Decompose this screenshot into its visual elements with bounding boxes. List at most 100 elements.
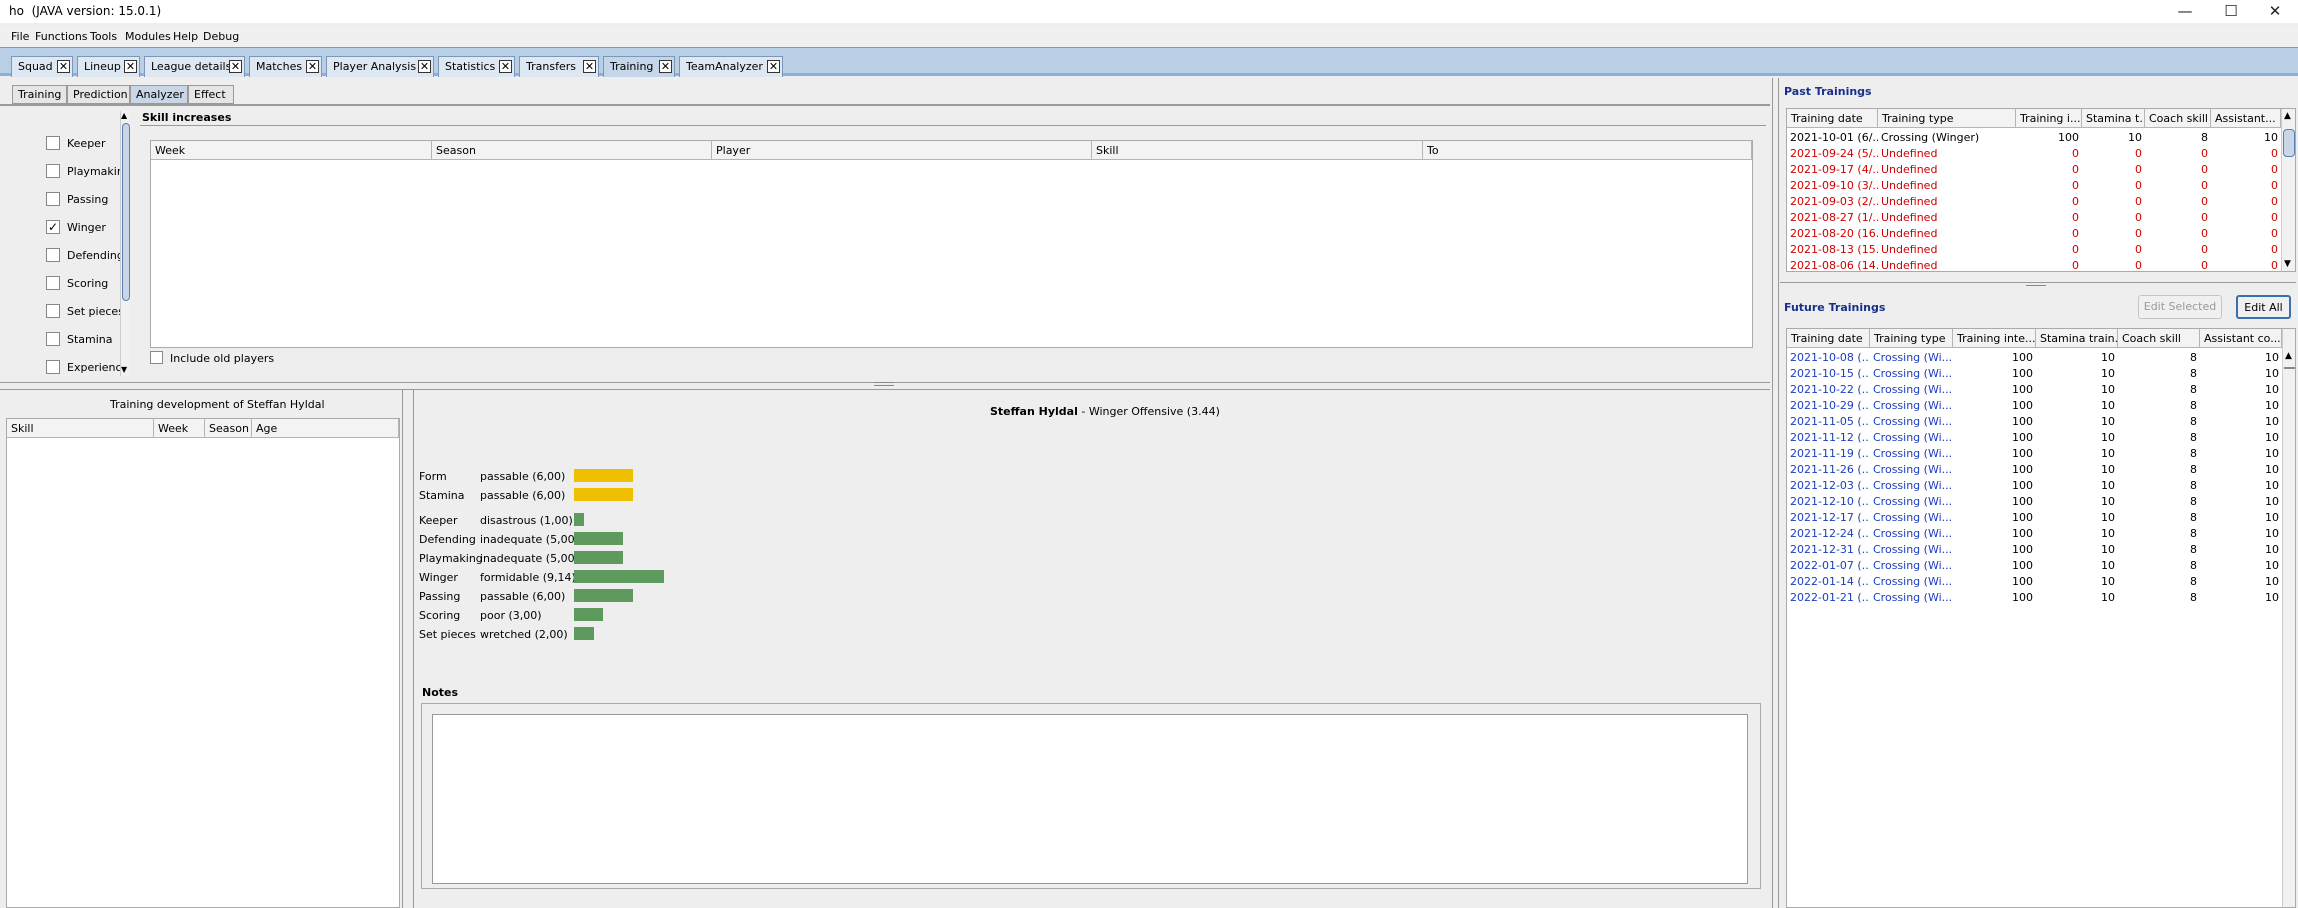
scroll-thumb[interactable]: [2283, 129, 2295, 157]
maximize-button[interactable]: ☐: [2208, 0, 2254, 23]
right-splitter[interactable]: [1772, 78, 1773, 908]
table-row[interactable]: 2021-09-17 (4/... Undefined 0 0 0 0: [1787, 161, 2281, 177]
table-row[interactable]: 2021-10-29 (... Crossing (Wi... 100 10 8 10: [1787, 397, 2282, 413]
scroll-thumb[interactable]: [122, 123, 130, 301]
tab-league-details[interactable]: League details ✕: [144, 56, 245, 77]
filter-scrollbar[interactable]: ▲ ▼: [120, 111, 130, 376]
col-skill[interactable]: Skill: [1092, 141, 1423, 160]
scroll-up-icon[interactable]: ▲: [121, 111, 127, 120]
checkbox[interactable]: [46, 136, 60, 150]
scroll-up-icon[interactable]: ▲: [2284, 111, 2291, 121]
table-row[interactable]: 2021-11-26 (... Crossing (Wi... 100 10 8 10: [1787, 461, 2282, 477]
col-training-type[interactable]: Training type: [1878, 109, 2016, 128]
col-player[interactable]: Player: [712, 141, 1092, 160]
menu-file[interactable]: File: [11, 30, 29, 43]
close-tab-icon[interactable]: ✕: [57, 60, 70, 73]
checkbox[interactable]: [150, 351, 163, 364]
col-training-date[interactable]: Training date: [1787, 109, 1878, 128]
tab-statistics[interactable]: Statistics ✕: [438, 56, 515, 77]
table-row[interactable]: 2021-10-01 (6/... Crossing (Winger) 100 10 8…: [1787, 129, 2281, 145]
table-row[interactable]: 2021-09-24 (5/... Undefined 0 0 0 0: [1787, 145, 2281, 161]
table-row[interactable]: 2021-10-08 (... Crossing (Wi... 100 10 8 10: [1787, 349, 2282, 365]
table-row[interactable]: 2022-01-07 (... Crossing (Wi... 100 10 8 10: [1787, 557, 2282, 573]
subtab-analyzer[interactable]: Analyzer: [130, 85, 188, 104]
col-training-intensity[interactable]: Training inte...: [1953, 329, 2036, 348]
checkbox[interactable]: [46, 164, 60, 178]
vertical-splitter[interactable]: [402, 390, 403, 908]
subtab-training[interactable]: Training: [12, 85, 67, 104]
checkbox[interactable]: [46, 192, 60, 206]
table-row[interactable]: 2021-12-10 (... Crossing (Wi... 100 10 8 10: [1787, 493, 2282, 509]
close-window-button[interactable]: ✕: [2252, 0, 2298, 23]
tab-lineup[interactable]: Lineup ✕: [77, 56, 140, 77]
scroll-up-icon[interactable]: ▲: [2285, 351, 2292, 361]
col-stamina[interactable]: Stamina train...: [2036, 329, 2118, 348]
future-scrollbar[interactable]: ▲: [2282, 329, 2295, 907]
notes-textarea[interactable]: [432, 714, 1748, 884]
close-tab-icon[interactable]: ✕: [124, 60, 137, 73]
table-row[interactable]: 2021-11-12 (... Crossing (Wi... 100 10 8 10: [1787, 429, 2282, 445]
checkbox[interactable]: [46, 276, 60, 290]
table-row[interactable]: 2021-12-17 (... Crossing (Wi... 100 10 8 10: [1787, 509, 2282, 525]
table-row[interactable]: 2021-08-06 (14... Undefined 0 0 0 0: [1787, 257, 2281, 273]
close-tab-icon[interactable]: ✕: [418, 60, 431, 73]
col-coach-skill[interactable]: Coach skill: [2145, 109, 2211, 128]
past-trainings-table[interactable]: Training date Training type Training i..…: [1786, 108, 2296, 272]
scroll-down-icon[interactable]: ▼: [2284, 259, 2291, 269]
menu-functions[interactable]: Functions: [35, 30, 88, 43]
checkbox[interactable]: [46, 248, 60, 262]
table-row[interactable]: 2021-12-24 (... Crossing (Wi... 100 10 8 10: [1787, 525, 2282, 541]
future-trainings-table[interactable]: Training date Training type Training int…: [1786, 328, 2296, 908]
table-row[interactable]: 2021-08-13 (15... Undefined 0 0 0 0: [1787, 241, 2281, 257]
tab-teamanalyzer[interactable]: TeamAnalyzer ✕: [679, 56, 783, 77]
checkbox[interactable]: [46, 304, 60, 318]
table-row[interactable]: 2021-11-05 (... Crossing (Wi... 100 10 8 10: [1787, 413, 2282, 429]
close-tab-icon[interactable]: ✕: [229, 60, 242, 73]
tab-transfers[interactable]: Transfers ✕: [519, 56, 599, 77]
table-row[interactable]: 2021-12-03 (... Crossing (Wi... 100 10 8 10: [1787, 477, 2282, 493]
subtab-prediction[interactable]: Prediction: [67, 85, 130, 104]
minimize-button[interactable]: —: [2162, 0, 2208, 23]
col-assistant[interactable]: Assistant co...: [2200, 329, 2282, 348]
subtab-effect[interactable]: Effect: [188, 85, 234, 104]
close-tab-icon[interactable]: ✕: [767, 60, 780, 73]
tab-player-analysis[interactable]: Player Analysis ✕: [326, 56, 434, 77]
tab-squad[interactable]: Squad ✕: [11, 56, 73, 77]
col-assistant[interactable]: Assistant...: [2211, 109, 2281, 128]
table-row[interactable]: 2021-11-19 (... Crossing (Wi... 100 10 8 10: [1787, 445, 2282, 461]
table-row[interactable]: 2021-08-27 (1/... Undefined 0 0 0 0: [1787, 209, 2281, 225]
close-tab-icon[interactable]: ✕: [659, 60, 672, 73]
splitter-grip[interactable]: [874, 382, 894, 386]
scroll-thumb[interactable]: [2284, 367, 2295, 369]
table-row[interactable]: 2022-01-21 (... Crossing (Wi... 100 10 8 10: [1787, 589, 2282, 605]
skill-increases-table[interactable]: Week Season Player Skill To: [150, 140, 1753, 348]
col-skill[interactable]: Skill: [7, 419, 154, 438]
checkbox[interactable]: [46, 332, 60, 346]
table-row[interactable]: 2021-10-22 (... Crossing (Wi... 100 10 8 10: [1787, 381, 2282, 397]
close-tab-icon[interactable]: ✕: [306, 60, 319, 73]
menu-tools[interactable]: Tools: [90, 30, 117, 43]
close-tab-icon[interactable]: ✕: [583, 60, 596, 73]
menu-help[interactable]: Help: [173, 30, 198, 43]
col-age[interactable]: Age: [252, 419, 399, 438]
checkbox[interactable]: [46, 360, 60, 374]
table-row[interactable]: 2021-10-15 (... Crossing (Wi... 100 10 8 10: [1787, 365, 2282, 381]
menu-debug[interactable]: Debug: [203, 30, 239, 43]
col-training-date[interactable]: Training date: [1787, 329, 1870, 348]
past-scrollbar[interactable]: ▲ ▼: [2281, 109, 2295, 271]
table-row[interactable]: 2021-08-20 (16... Undefined 0 0 0 0: [1787, 225, 2281, 241]
edit-all-button[interactable]: Edit All: [2236, 295, 2291, 319]
col-training-type[interactable]: Training type: [1870, 329, 1953, 348]
col-to[interactable]: To: [1423, 141, 1752, 160]
table-row[interactable]: 2021-09-10 (3/... Undefined 0 0 0 0: [1787, 177, 2281, 193]
table-row[interactable]: 2021-12-31 (... Crossing (Wi... 100 10 8 10: [1787, 541, 2282, 557]
col-training-intensity[interactable]: Training i...: [2016, 109, 2082, 128]
col-week[interactable]: Week: [154, 419, 205, 438]
table-row[interactable]: 2021-09-03 (2/... Undefined 0 0 0 0: [1787, 193, 2281, 209]
menu-modules[interactable]: Modules: [125, 30, 171, 43]
edit-selected-button[interactable]: Edit Selected: [2138, 295, 2222, 319]
close-tab-icon[interactable]: ✕: [499, 60, 512, 73]
table-row[interactable]: 2022-01-14 (... Crossing (Wi... 100 10 8 10: [1787, 573, 2282, 589]
tab-matches[interactable]: Matches ✕: [249, 56, 322, 77]
col-coach-skill[interactable]: Coach skill: [2118, 329, 2200, 348]
